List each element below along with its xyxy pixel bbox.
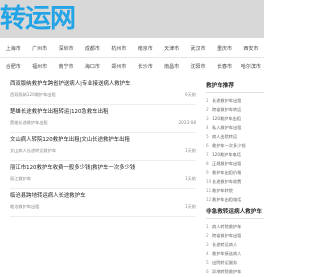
sidebar-link-text: 私人救护车出租: [212, 125, 242, 130]
sidebar-link-text: 120救护车出租: [212, 116, 241, 121]
sidebar-link-text: 救护车出租价格: [212, 170, 242, 175]
sidebar-section-title: 救护车推荐: [206, 83, 234, 89]
article-title[interactable]: 丽江市120救护车收费一般多少钱|救护车一次多少钱: [10, 164, 196, 172]
city-link[interactable]: 成都市: [79, 42, 105, 56]
city-link[interactable]: 杭州市: [106, 42, 132, 56]
city-link[interactable]: 武汉市: [185, 42, 211, 56]
article-time: 2023-08: [178, 120, 197, 125]
article-title[interactable]: 文山病人转院120救护车出租|文山长途救护车出租: [10, 136, 196, 144]
article-divider: [10, 132, 196, 133]
sidebar-link-text: 救护车出租电话: [212, 197, 242, 202]
sidebar-link-text: 长途救护车收费: [212, 179, 242, 184]
article-time: 1天前: [184, 148, 196, 153]
sidebar-link-text: 出院转运服务: [212, 260, 238, 265]
city-divider: [0, 57, 264, 58]
article-divider: [10, 160, 196, 161]
article-source: 楚雄长途救护车出租: [10, 120, 48, 125]
sidebar-link-text: 病人转院救护车: [212, 224, 242, 229]
sidebar-link-text: 120救护车电话: [212, 152, 241, 157]
city-nav: 上海市 广州市 深圳市 成都市 杭州市 南京市 天津市 武汉市 重庆市 西安市 合肥市 福州市 南宁市…: [0, 40, 264, 76]
article-time: 1天前: [184, 176, 196, 181]
site-header: 转运网: [0, 0, 264, 38]
sidebar-link-text: 长途转运病人: [212, 242, 238, 247]
sidebar-link-text: 救护车一次多少钱: [212, 143, 246, 148]
sidebar-link-text: 病人出院转运: [212, 134, 238, 139]
city-link[interactable]: 重庆市: [211, 42, 237, 56]
sidebar-link-text: 长途救护车出租: [212, 98, 242, 103]
article-time: 1天前: [184, 204, 196, 209]
city-link[interactable]: 沈阳市: [185, 60, 211, 74]
sidebar-link[interactable]: 12救护车出租电话: [206, 195, 264, 205]
article-divider: [10, 104, 196, 105]
city-link[interactable]: 南昌市: [158, 60, 184, 74]
sidebar-link-text: 正规救护车出租: [212, 161, 242, 166]
site-logo[interactable]: 转运网: [0, 4, 76, 34]
article-divider: [10, 188, 196, 189]
article-source: 临沧救护车出租: [10, 204, 40, 209]
city-row-1: 上海市 广州市 深圳市 成都市 杭州市 南京市 天津市 武汉市 重庆市 西安市: [0, 42, 264, 56]
article-source: 文山病人长途转运救护车: [10, 148, 57, 153]
article-source: 丽江救护车: [10, 176, 31, 181]
city-row-2: 合肥市 福州市 南宁市 海口市 郑州市 长沙市 南昌市 沈阳市 长春市 哈尔滨市: [0, 60, 264, 74]
sidebar-divider: [206, 92, 264, 93]
article-title[interactable]: 楚雄长途救护车出租转运|120急救车出租: [10, 108, 196, 116]
sidebar-link-text: 救护车接送病人: [212, 251, 242, 256]
city-link[interactable]: 合肥市: [0, 60, 26, 74]
sidebar-section-title: 非急救转运病人救护车: [206, 209, 262, 215]
city-link[interactable]: 长春市: [211, 60, 237, 74]
article-time: 6天前: [184, 92, 196, 97]
city-link[interactable]: 西安市: [238, 42, 264, 56]
city-link[interactable]: 上海市: [0, 42, 26, 56]
sidebar-link[interactable]: 6 异地转院救护车: [206, 267, 264, 277]
article-divider: [10, 216, 196, 217]
sidebar-link-text: 异地转院救护车: [212, 269, 242, 274]
article-source: 西双版纳120救护车出租: [10, 92, 56, 97]
sidebar-link-text: 跨省救护车转运: [212, 107, 242, 112]
city-link[interactable]: 海口市: [79, 60, 105, 74]
city-link[interactable]: 哈尔滨市: [238, 60, 264, 74]
city-link[interactable]: 广州市: [26, 42, 52, 56]
article-title[interactable]: 西双版纳救护车跨省护送病人|专业接送病人救护车: [10, 80, 196, 88]
city-link[interactable]: 南京市: [132, 42, 158, 56]
city-link[interactable]: 福州市: [26, 60, 52, 74]
sidebar-link-text: 跨省救护车出租: [212, 233, 242, 238]
sidebar-link-text: 救护车转院: [212, 188, 233, 193]
city-link[interactable]: 南宁市: [53, 60, 79, 74]
sidebar-divider: [206, 218, 264, 219]
city-link[interactable]: 长沙市: [132, 60, 158, 74]
article-title[interactable]: 临沧县跨地转运病人长途救护车: [10, 192, 196, 200]
city-link[interactable]: 郑州市: [106, 60, 132, 74]
city-link[interactable]: 深圳市: [53, 42, 79, 56]
city-link[interactable]: 天津市: [158, 42, 184, 56]
